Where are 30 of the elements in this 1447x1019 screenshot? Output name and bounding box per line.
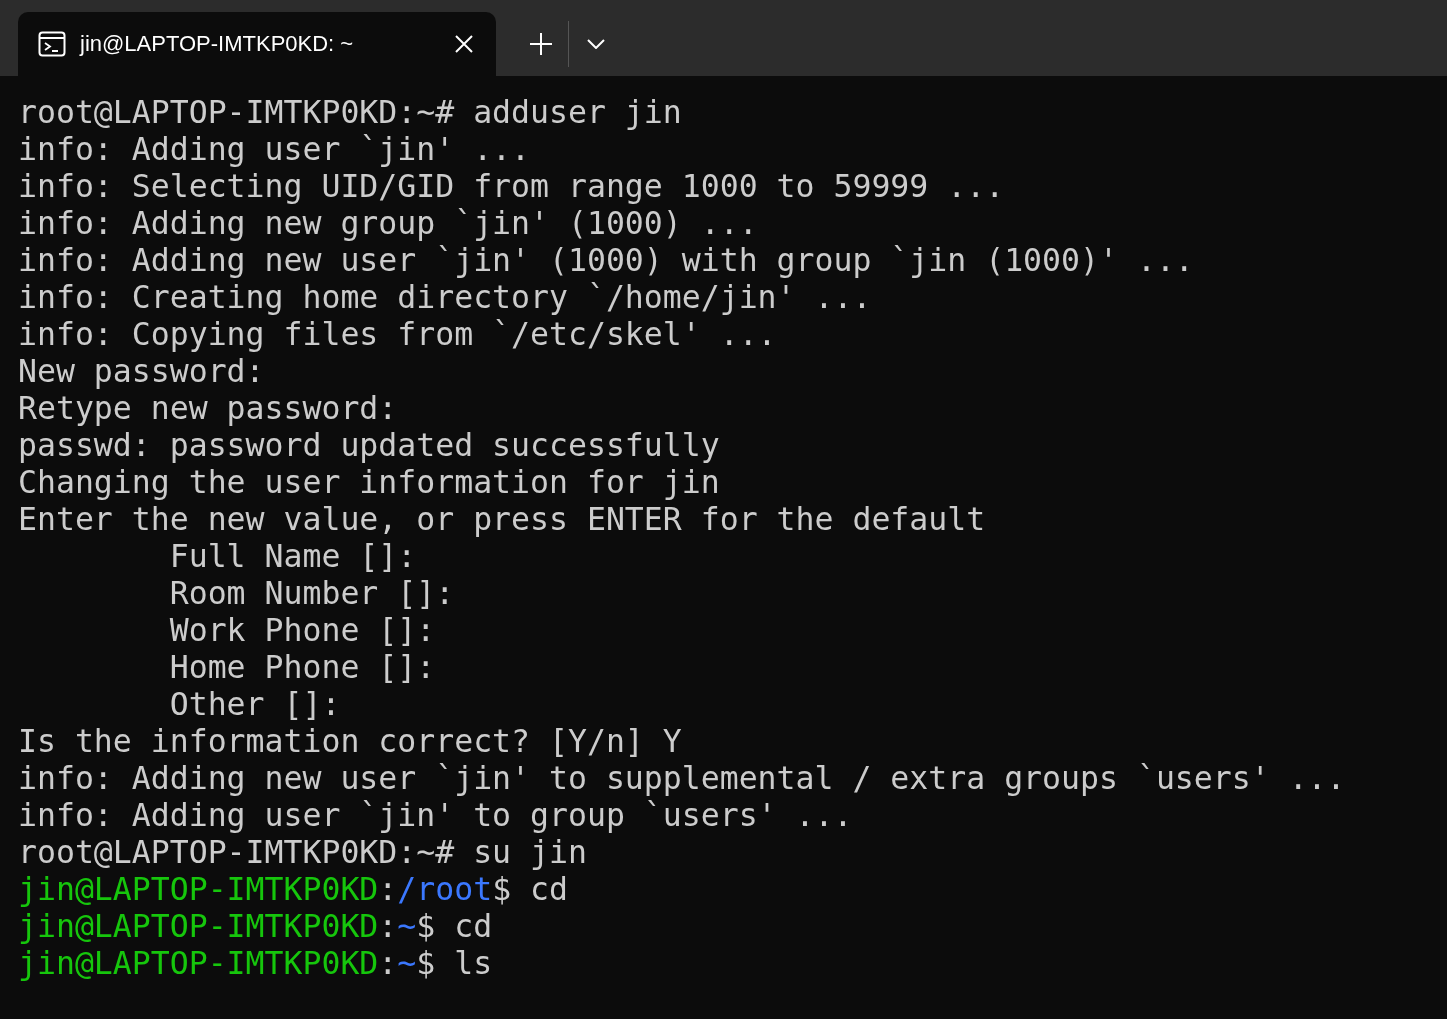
terminal-line: info: Adding user `jin' to group `users' ... — [18, 797, 853, 834]
terminal-line: jin@LAPTOP-IMTKP0KD:/root$ cd — [18, 871, 568, 908]
terminal-line: info: Creating home directory `/home/jin' ... — [18, 279, 872, 316]
terminal-line: Full Name []: — [168, 538, 417, 575]
terminal-line: info: Adding user `jin' ... — [18, 131, 531, 168]
terminal-line: root@LAPTOP-IMTKP0KD:~# adduser jin — [18, 94, 682, 131]
terminal-line: Enter the new value, or press ENTER for the default — [18, 501, 986, 538]
terminal-line: info: Adding new user `jin' (1000) with group `jin (1000)' ... — [18, 242, 1194, 279]
chevron-down-icon — [587, 39, 605, 49]
terminal-icon — [38, 31, 66, 57]
terminal-line: root@LAPTOP-IMTKP0KD:~# su jin — [18, 834, 587, 871]
terminal-line: Is the information correct? [Y/n] Y — [18, 723, 682, 760]
terminal-line: New password: — [18, 353, 265, 390]
terminal-line: Home Phone []: — [168, 649, 436, 686]
terminal-line: Other []: — [168, 686, 341, 723]
terminal-line: Retype new password: — [18, 390, 398, 427]
close-icon — [454, 34, 474, 54]
terminal-line: info: Selecting UID/GID from range 1000 to 59999 ... — [18, 168, 1005, 205]
plus-icon — [530, 33, 552, 55]
terminal-line: Work Phone []: — [168, 612, 436, 649]
terminal-line: Changing the user information for jin — [18, 464, 720, 501]
tab-title: jin@LAPTOP-IMTKP0KD: ~ — [80, 31, 355, 57]
terminal-line: info: Adding new user `jin' to supplemental / extra groups `users' ... — [18, 760, 1346, 797]
terminal-tab[interactable]: jin@LAPTOP-IMTKP0KD: ~ — [18, 12, 496, 76]
terminal-line: passwd: password updated successfully — [18, 427, 720, 464]
terminal-line: jin@LAPTOP-IMTKP0KD:~$ cd — [18, 908, 493, 945]
terminal-line: info: Copying files from `/etc/skel' ... — [18, 316, 777, 353]
terminal-line: jin@LAPTOP-IMTKP0KD:~$ ls — [18, 945, 493, 982]
terminal-line: Room Number []: — [168, 575, 455, 612]
terminal-line: info: Adding new group `jin' (1000) ... — [18, 205, 758, 242]
